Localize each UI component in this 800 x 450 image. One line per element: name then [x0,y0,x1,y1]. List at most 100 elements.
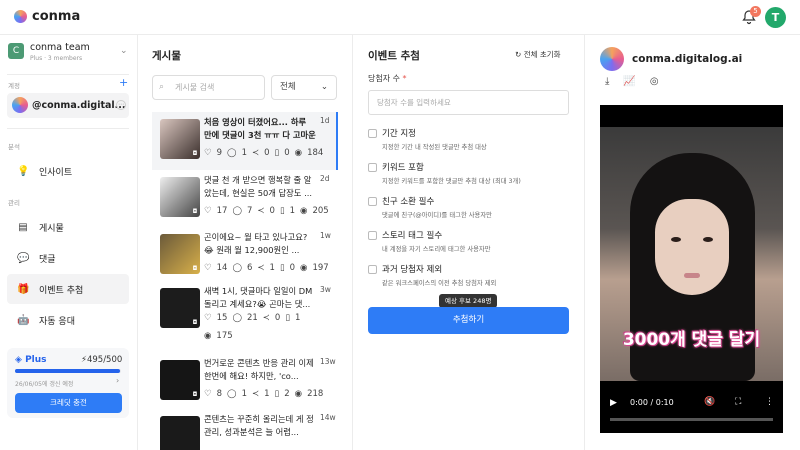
account-name: @conma.digital... [32,100,126,111]
reset-label: 전체 초기화 [523,50,561,59]
saves-count: 2 [284,389,290,399]
search-icon: ⌕ [159,82,165,92]
sidebar-item-insight[interactable]: 💡 인사이트 [7,156,129,186]
bookmark-icon: ▯ [274,148,280,158]
saves-count: 0 [284,148,290,158]
candidate-tooltip: 예상 후보 248명 [439,294,498,308]
checkbox[interactable] [368,265,377,274]
eye-shape [671,237,681,242]
charge-credit-button[interactable]: 크레딧 충전 [15,393,122,413]
post-caption: 콘텐츠는 꾸준히 올리는데 게 정관리, 성과분석은 늘 어렵... [204,414,314,437]
analysis-section-label: 분석 [8,143,20,151]
eye-icon: ◉ [294,148,303,158]
post-item[interactable]: 콘텐츠는 꾸준히 올리는데 게 정관리, 성과분석은 늘 어렵... 14w [152,409,338,450]
post-age: 14w [320,413,336,422]
views-count: 175 [216,331,233,341]
post-thumbnail: ◘ [160,234,200,274]
post-caption: 번거로운 콘텐츠 반응 관리 이제 한번에 해요! 하지만, 'co... [204,358,314,381]
search-input[interactable]: ⌕ 게시물 검색 [152,75,265,100]
post-caption: 곤이에요~ 월 타고 있나고요?😂 원래 월 12,900원인 ... [204,232,308,255]
chart-icon[interactable]: 📈 [623,76,635,87]
eye-icon: ◉ [294,389,303,399]
logo-icon [14,10,27,23]
sidebar-item-event[interactable]: 🎁 이벤트 추첨 [7,274,129,304]
winner-count-label: 당첨자 수 * [368,73,407,84]
option-desc: 지정한 키워드를 포함한 댓글만 추첨 대상 (최대 3개) [382,178,521,185]
post-caption: 처음 영상이 터졌어요... 하루 만에 댓글이 3천 ㅠㅠ 다 고마운 ... [204,117,316,140]
credit-progress-fill [15,369,120,373]
video-player[interactable]: 3000개 댓글 달기 ▶ 0:00 / 0:10 🔇 ⛶ ⋮ [600,105,783,433]
reset-all-button[interactable]: ↻ 전체 초기화 [515,49,561,60]
mute-icon[interactable]: 🔇 [704,397,715,407]
sidebar-item-label: 자동 응대 [39,316,75,327]
post-item[interactable]: ◘ 곤이에요~ 월 타고 있나고요?😂 원래 월 12,900원인 ... 1w… [152,227,338,285]
option-exclude-past[interactable]: 과거 당첨자 제외 같은 워크스페이스의 이전 추첨 당첨자 제외 [368,263,568,293]
checkbox[interactable] [368,163,377,172]
sidebar-item-comments[interactable]: 💬 댓글 [7,243,129,273]
plan-card: ◈ Plus ⚡495/500 26/06/05에 갱신 예정 › 크레딧 충전 [7,348,129,418]
sidebar-item-posts[interactable]: ▤ 게시물 [7,212,129,242]
option-title: 스토리 태그 필수 [382,231,443,241]
play-icon[interactable]: ▶ [610,398,617,408]
event-title: 이벤트 추첨 [368,50,420,62]
checkbox[interactable] [368,231,377,240]
sidebar-item-label: 인사이트 [39,167,73,178]
post-stats: ♡ 14 ◯ 6 ≺ 1 ▯ 0 ◉ 197 [204,263,329,273]
heart-icon: ♡ [204,313,212,323]
option-story-tag[interactable]: 스토리 태그 필수 내 계정을 자기 스토리에 태그한 사용자만 [368,229,568,259]
option-friend-tag[interactable]: 친구 소환 필수 댓글에 친구(@아이디)를 태그한 사용자만 [368,195,568,225]
team-plan: Plus · 3 members [30,55,83,62]
robot-icon: 🤖 [17,314,30,326]
post-item[interactable]: ◘ 처음 영상이 터졌어요... 하루 만에 댓글이 3천 ㅠㅠ 다 고마운 .… [152,112,338,170]
post-stats: ♡ 8 ◯ 1 ≺ 1 ▯ 2 ◉ 218 [204,389,323,399]
post-item[interactable]: ◘ 댓글 천 개 받으면 행복할 줄 알았는데, 현실은 50개 답장도 ...… [152,170,338,228]
credit-count: ⚡495/500 [81,355,123,365]
option-period[interactable]: 기간 지정 지정한 기간 내 작성된 댓글만 추첨 대상 [368,127,568,157]
preview-account-name: conma.digitalog.ai [632,53,743,65]
share-icon: ≺ [251,148,260,158]
bookmark-icon: ▯ [279,206,285,216]
option-keyword[interactable]: 키워드 포함 지정한 키워드를 포함한 댓글만 추첨 대상 (최대 3개) [368,161,568,191]
chevron-right-icon[interactable]: › [116,376,119,385]
add-account-icon[interactable]: + [119,76,128,89]
brand-logo[interactable]: conma [14,9,80,24]
views-count: 218 [307,389,324,399]
account-selector[interactable]: @conma.digital... ⋯ [7,93,129,118]
likes-count: 9 [216,148,223,158]
checkbox[interactable] [368,197,377,206]
post-age: 1w [320,231,331,240]
account-avatar [600,47,624,71]
post-item[interactable]: ◘ 번거로운 콘텐츠 반응 관리 이제 한번에 해요! 하지만, 'co... … [152,353,338,411]
sidebar-item-auto-reply[interactable]: 🤖 자동 응대 [7,305,129,335]
shares-count: 1 [264,389,270,399]
download-icon[interactable]: ⤓ [605,76,609,87]
more-options-icon[interactable]: ⋮ [765,397,774,407]
heart-icon: ♡ [204,206,212,216]
more-icon[interactable]: ⋯ [116,100,126,110]
filter-value: 전체 [280,82,296,92]
account-section-label: 계정 [8,82,20,90]
heart-icon: ♡ [204,148,212,158]
video-caption-overlay: 3000개 댓글 달기 [622,330,761,350]
winner-count-input[interactable]: 당첨자 수를 입력하세요 [368,90,569,115]
team-switcher[interactable]: C conma team Plus · 3 members ⌄ [6,40,130,70]
share-icon: ≺ [251,389,260,399]
user-avatar[interactable]: T [765,7,786,28]
document-icon: ▤ [18,221,28,233]
fullscreen-icon[interactable]: ⛶ [735,397,741,407]
comment-icon: ◯ [232,313,242,323]
filter-select[interactable]: 전체 ⌄ [271,75,337,100]
post-item[interactable]: ◘ 새벽 1시, 댓글마다 일일이 DM 돌리고 계세요?😭 곤마는 댓... … [152,281,338,349]
top-bar: conma 5 T [0,0,800,35]
checkbox[interactable] [368,129,377,138]
manage-section-label: 관리 [8,199,20,207]
post-age: 3w [320,285,331,294]
video-time: 0:00 / 0:10 [630,398,674,407]
shares-count: 0 [274,313,281,323]
camera-icon: ◘ [192,319,198,326]
video-progress-bar[interactable] [610,418,773,421]
preview-actions: ⤓ 📈 ◎ [605,76,659,87]
draw-button[interactable]: 추첨하기 [368,307,569,334]
option-title: 기간 지정 [382,129,416,139]
instagram-icon[interactable]: ◎ [650,76,659,87]
